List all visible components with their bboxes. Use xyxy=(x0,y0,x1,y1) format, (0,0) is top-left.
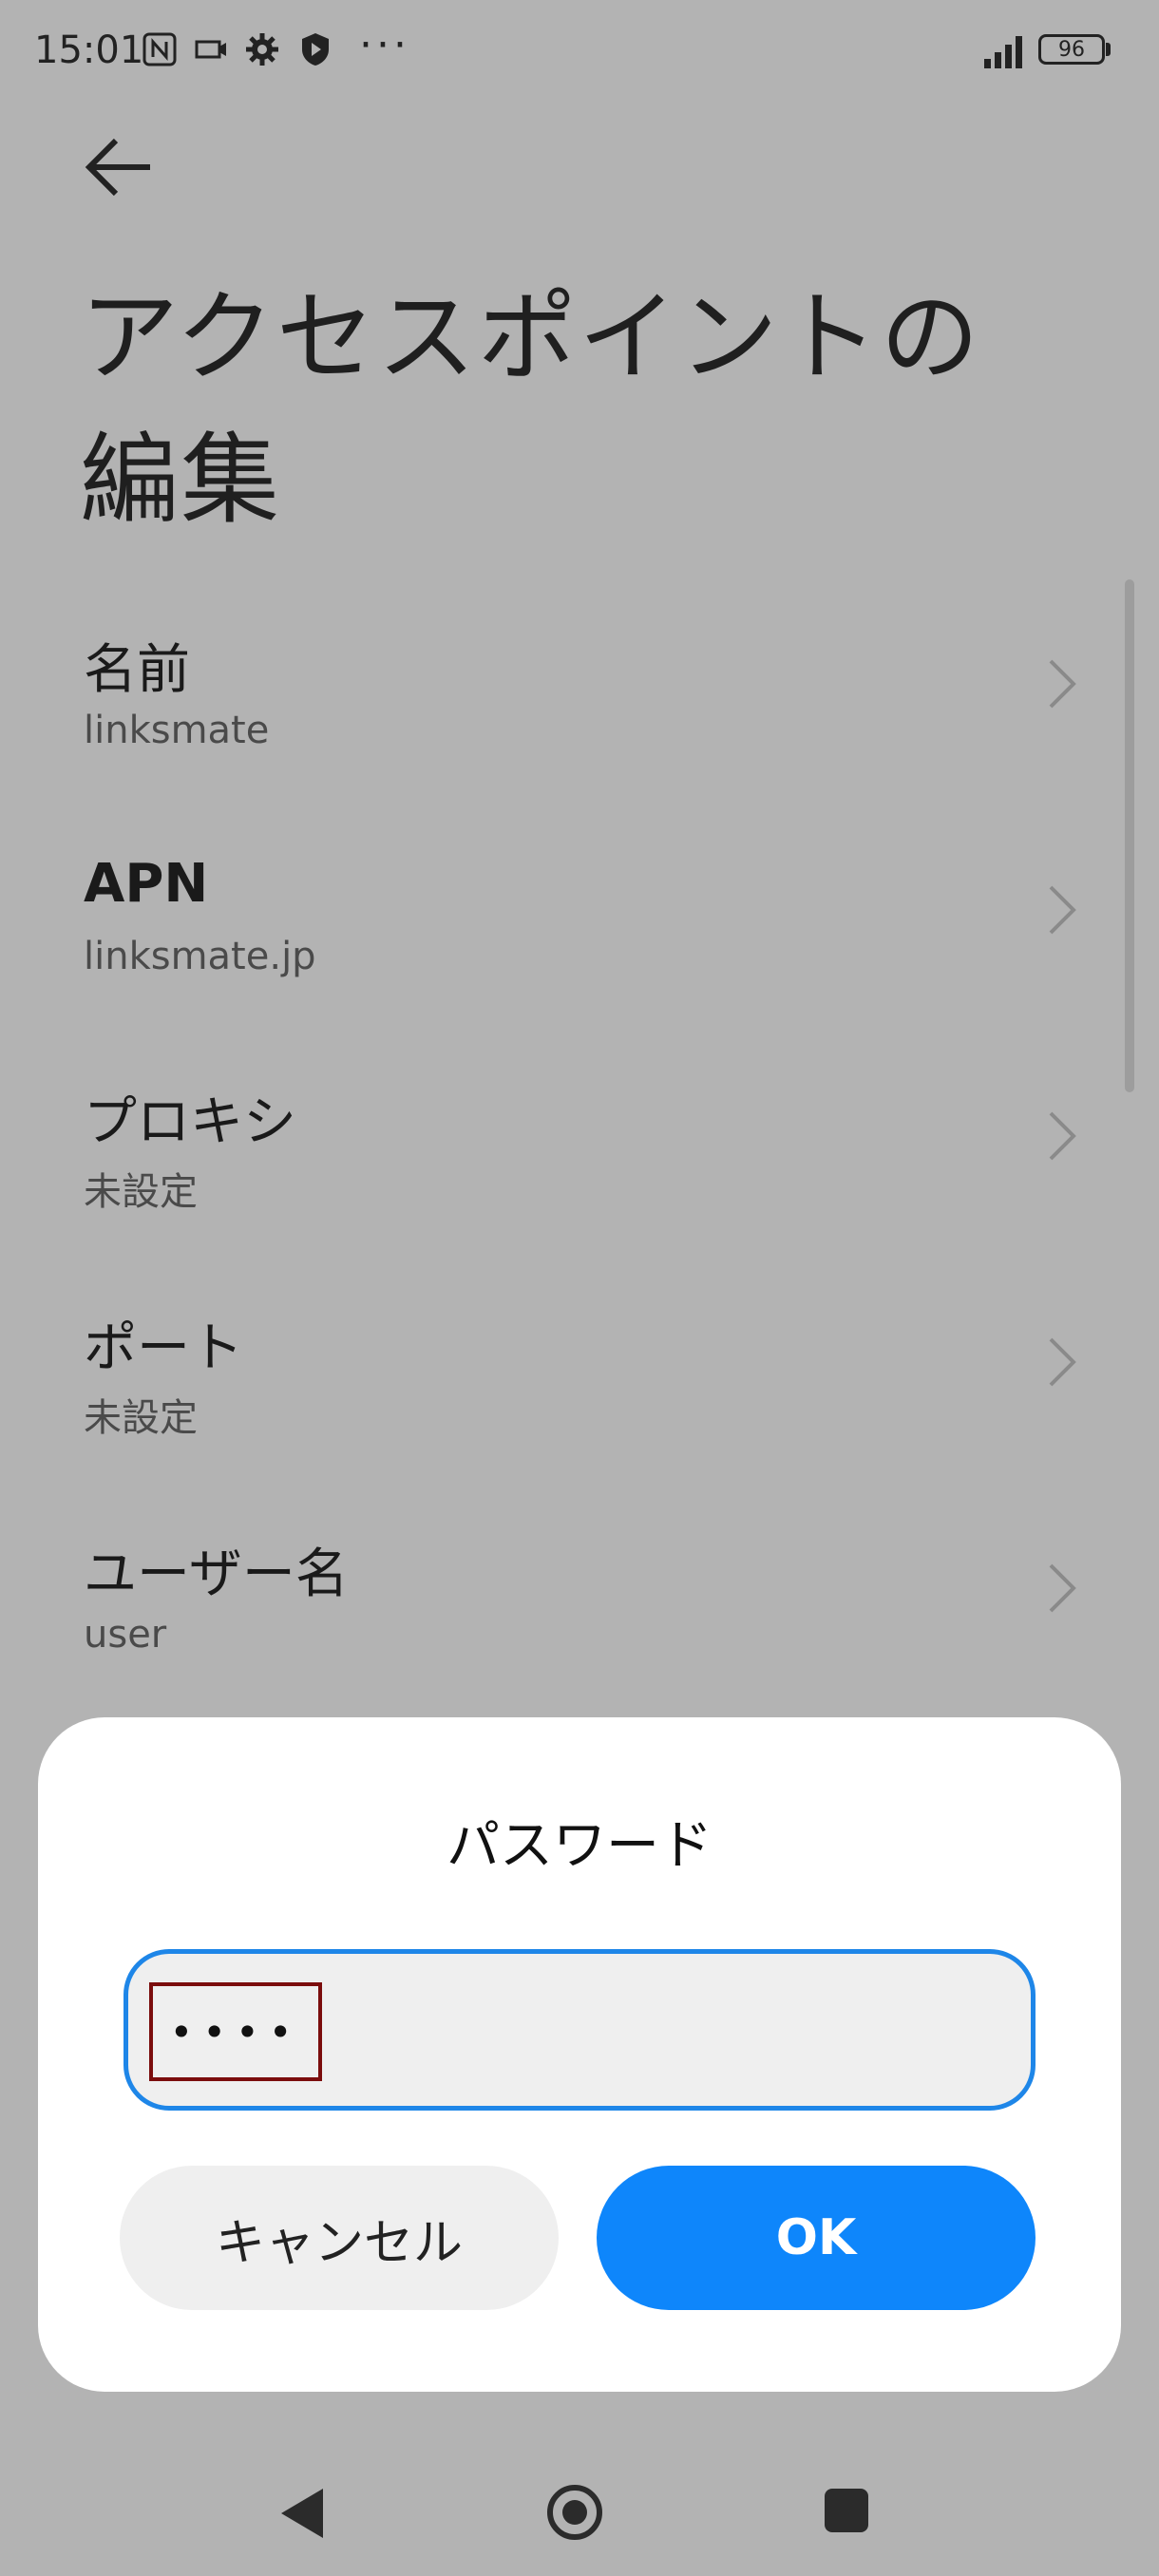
password-dialog: パスワード •••• キャンセル OK xyxy=(38,1717,1121,2392)
navigation-bar xyxy=(0,2432,1159,2576)
setting-label: ポート xyxy=(84,1317,243,1379)
setting-label: APN xyxy=(84,853,209,915)
setting-label: ユーザー名 xyxy=(84,1544,349,1605)
nav-recents-icon[interactable] xyxy=(825,2489,868,2532)
chevron-right-icon xyxy=(1049,1337,1076,1387)
battery-icon: 96 xyxy=(1038,34,1105,65)
password-field[interactable]: •••• xyxy=(124,1949,1036,2111)
setting-value: 未設定 xyxy=(84,1170,198,1214)
setting-row-name[interactable]: 名前 linksmate xyxy=(0,627,1121,853)
arrow-left-icon[interactable] xyxy=(80,133,156,209)
dialog-title: パスワード xyxy=(446,1815,712,1877)
password-value: •••• xyxy=(149,1982,322,2081)
nav-back-icon[interactable] xyxy=(276,2485,327,2542)
setting-row-proxy[interactable]: プロキシ 未設定 xyxy=(0,1079,1121,1305)
cancel-button[interactable]: キャンセル xyxy=(120,2166,559,2310)
status-time: 15:01 xyxy=(34,28,144,72)
chevron-right-icon xyxy=(1049,1111,1076,1161)
more-notifications-icon: ··· xyxy=(359,21,410,69)
setting-row-port[interactable]: ポート 未設定 xyxy=(0,1305,1121,1531)
setting-value: user xyxy=(84,1613,167,1657)
scrollbar[interactable] xyxy=(1125,579,1134,1092)
setting-value: linksmate.jp xyxy=(84,935,316,978)
page-title: アクセスポイントの編集 xyxy=(80,279,981,538)
setting-row-apn[interactable]: APN linksmate.jp xyxy=(0,853,1121,1079)
chevron-right-icon xyxy=(1049,885,1076,935)
setting-value: 未設定 xyxy=(84,1396,198,1440)
chevron-right-icon xyxy=(1049,1563,1076,1613)
setting-value: linksmate xyxy=(84,709,270,752)
shield-play-icon xyxy=(302,33,329,66)
camera-badge-icon xyxy=(195,40,226,59)
gear-icon xyxy=(246,33,278,66)
battery-tip xyxy=(1106,43,1111,56)
battery-level: 96 xyxy=(1058,37,1085,62)
setting-label: 名前 xyxy=(84,639,190,701)
nfc-icon xyxy=(142,32,177,66)
chevron-right-icon xyxy=(1049,659,1076,709)
setting-label: プロキシ xyxy=(84,1091,296,1153)
ok-button[interactable]: OK xyxy=(597,2166,1036,2310)
nav-home-icon[interactable] xyxy=(545,2483,604,2542)
status-bar: 15:01 ··· 96 xyxy=(0,0,1159,104)
signal-icon xyxy=(984,36,1022,68)
